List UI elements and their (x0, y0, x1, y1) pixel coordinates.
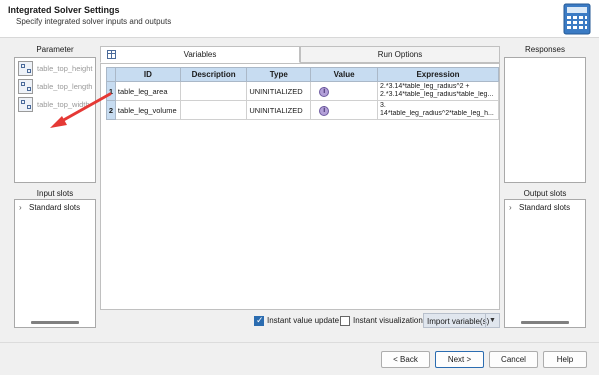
cancel-button[interactable]: Cancel (489, 351, 538, 368)
info-icon: i (319, 105, 330, 116)
tab-bar: Variables Run Options (100, 46, 500, 63)
info-icon: i (319, 86, 330, 97)
instant-value-update-label[interactable]: Instant value update (267, 316, 339, 325)
parameter-icon (18, 61, 33, 76)
parameter-item[interactable]: table_top_length (18, 79, 94, 94)
expression-line: 2.*3.14*table_leg_radius*table_leg... (380, 91, 494, 98)
cell-id[interactable]: table_leg_volume (114, 100, 181, 120)
parameter-list[interactable]: table_top_height table_top_length table_… (14, 57, 96, 183)
calculator-icon (563, 3, 591, 35)
parameter-icon (18, 79, 33, 94)
output-slots-list[interactable]: › Standard slots (504, 199, 586, 328)
scrollbar[interactable] (521, 321, 569, 324)
import-variables-button[interactable]: Import variable(s) ▼ (423, 313, 500, 328)
variables-table[interactable]: ID Description Type Value Expression 1 t… (106, 67, 499, 120)
cell-expression[interactable]: 3. 14*table_leg_radius^2*table_leg_h... (377, 100, 499, 120)
column-header-description[interactable]: Description (179, 67, 248, 82)
import-variables-label: Import variable(s) (427, 317, 490, 326)
expression-line: 3. (380, 102, 386, 109)
input-slots-title: Input slots (36, 189, 74, 198)
responses-list[interactable] (504, 57, 586, 183)
column-header-id[interactable]: ID (114, 67, 181, 82)
parameter-icon (18, 97, 33, 112)
parameter-label: table_top_height (37, 64, 93, 73)
instant-visualization-checkbox[interactable] (340, 316, 350, 326)
table-header-row: ID Description Type Value Expression (106, 67, 499, 82)
variables-grid[interactable]: ID Description Type Value Expression 1 t… (100, 63, 500, 310)
tab-run-options-label: Run Options (377, 50, 423, 59)
cell-type[interactable]: UNINITIALIZED (246, 81, 312, 101)
parameter-label: table_top_width (37, 100, 90, 109)
cell-id[interactable]: table_leg_area (114, 81, 181, 101)
input-slot-label: Standard slots (29, 203, 81, 212)
responses-panel-title: Responses (524, 45, 566, 54)
cell-type[interactable]: UNINITIALIZED (246, 100, 312, 120)
corner-header (106, 67, 116, 82)
output-slot-label: Standard slots (519, 203, 571, 212)
table-icon (107, 50, 116, 59)
footer-divider (0, 342, 599, 343)
expression-line: 14*table_leg_radius^2*table_leg_h... (380, 110, 494, 117)
parameter-item[interactable]: table_top_width (18, 97, 94, 112)
parameter-label: table_top_length (37, 82, 93, 91)
cell-description[interactable] (179, 100, 248, 120)
dropdown-arrow-icon[interactable]: ▼ (485, 314, 499, 327)
input-slots-list[interactable]: › Standard slots (14, 199, 96, 328)
parameter-item[interactable]: table_top_height (18, 61, 94, 76)
cell-value[interactable]: i (310, 81, 379, 101)
output-slot-standard[interactable]: › Standard slots (509, 203, 570, 212)
back-button[interactable]: < Back (381, 351, 430, 368)
row-number[interactable]: 2 (106, 100, 116, 120)
instant-visualization-label[interactable]: Instant visualization (353, 316, 423, 325)
cell-description[interactable] (179, 81, 248, 101)
dialog-subtitle: Specify integrated solver inputs and out… (16, 17, 172, 26)
chevron-right-icon[interactable]: › (509, 203, 519, 212)
tab-variables-label: Variables (183, 50, 217, 59)
dialog-title: Integrated Solver Settings (8, 5, 120, 15)
row-number[interactable]: 1 (106, 81, 116, 101)
column-header-expression[interactable]: Expression (377, 67, 499, 82)
chevron-right-icon[interactable]: › (19, 203, 29, 212)
cell-expression[interactable]: 2.*3.14*table_leg_radius^2 + 2.*3.14*tab… (377, 81, 499, 101)
parameter-panel-title: Parameter (36, 45, 74, 54)
dialog-header: Integrated Solver Settings Specify integ… (0, 0, 599, 38)
cell-value[interactable]: i (310, 100, 379, 120)
expression-line: 2.*3.14*table_leg_radius^2 + (380, 83, 470, 90)
next-button[interactable]: Next > (435, 351, 484, 368)
tab-run-options[interactable]: Run Options (300, 46, 500, 63)
instant-value-update-checkbox[interactable] (254, 315, 264, 326)
column-header-value[interactable]: Value (310, 67, 379, 82)
help-button[interactable]: Help (543, 351, 587, 368)
table-row[interactable]: 2 table_leg_volume UNINITIALIZED i 3. 14… (106, 100, 499, 120)
input-slot-standard[interactable]: › Standard slots (19, 203, 80, 212)
tab-variables[interactable]: Variables (100, 46, 300, 63)
scrollbar[interactable] (31, 321, 79, 324)
column-header-type[interactable]: Type (246, 67, 312, 82)
output-slots-title: Output slots (523, 189, 567, 198)
table-row[interactable]: 1 table_leg_area UNINITIALIZED i 2.*3.14… (106, 81, 499, 101)
